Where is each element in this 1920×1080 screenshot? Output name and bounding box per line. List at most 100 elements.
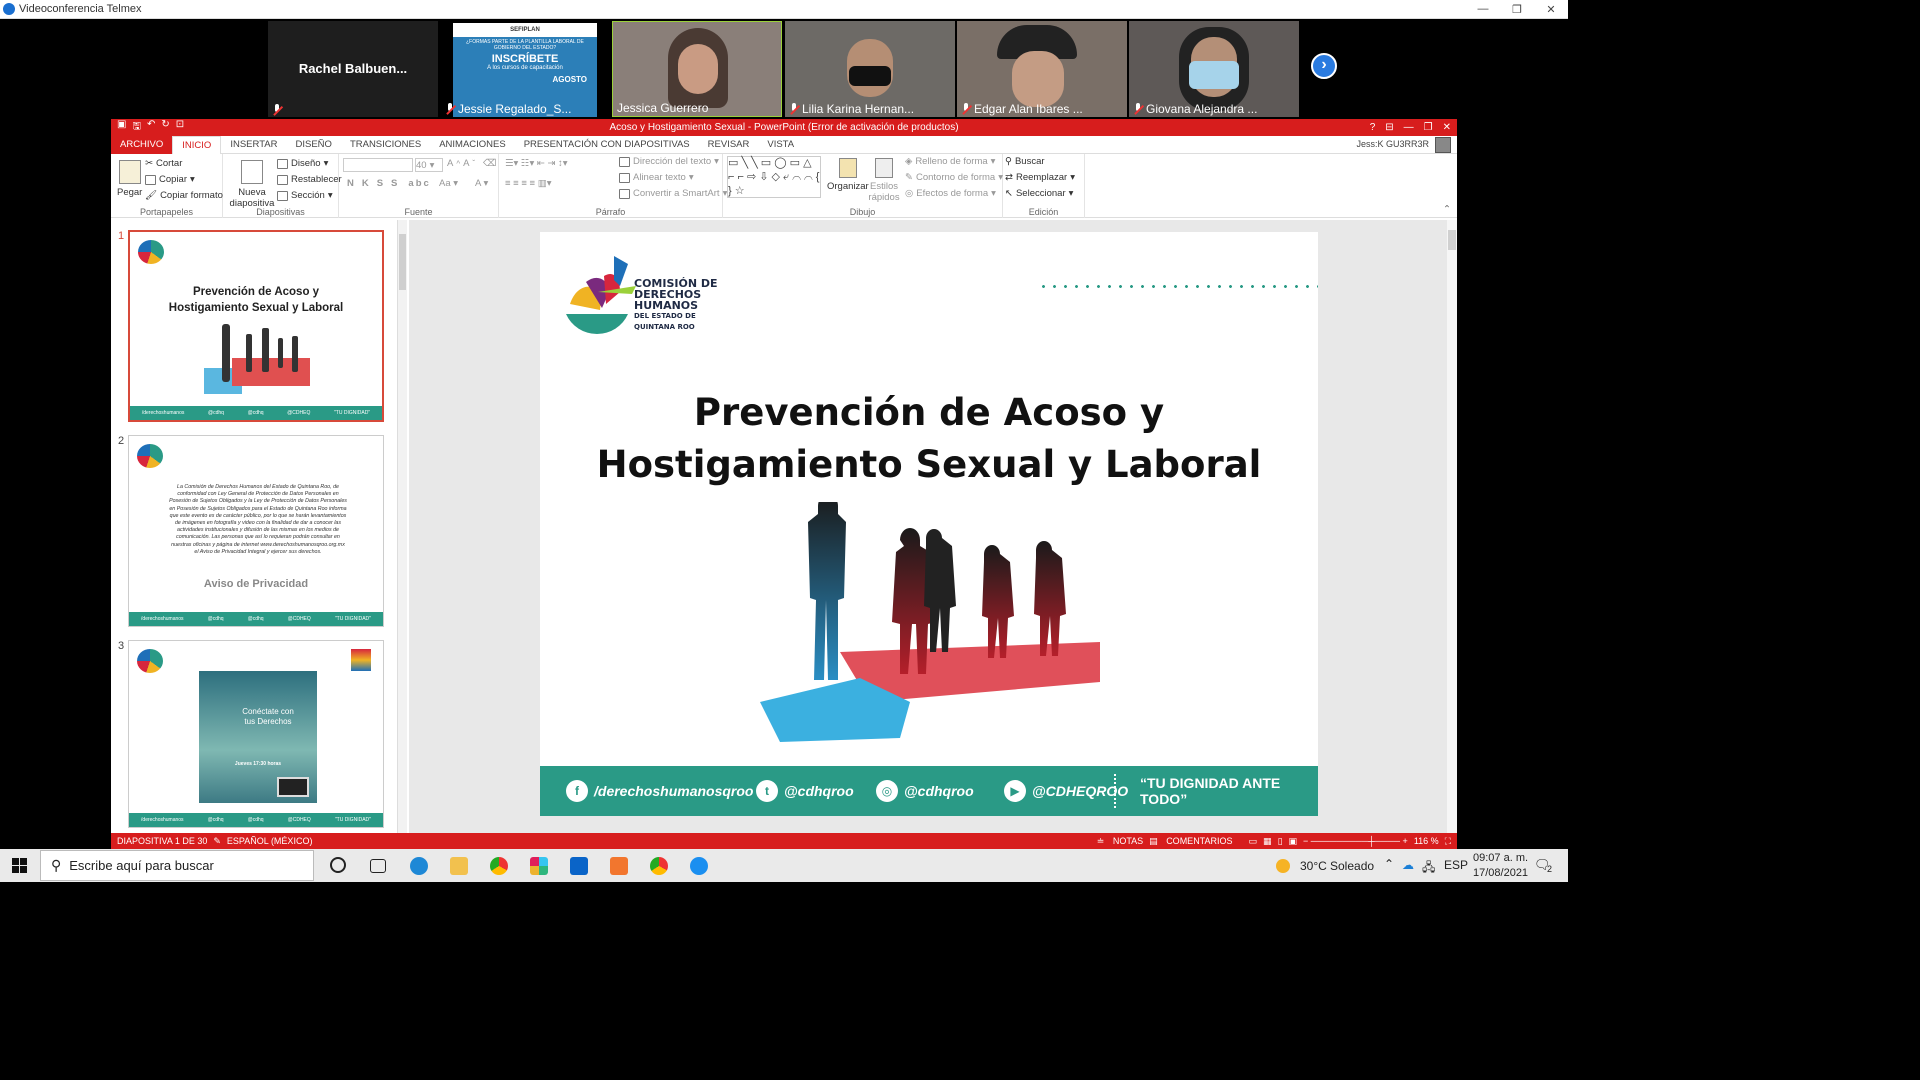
select-button[interactable]: ↖ Seleccionar ▾ [1005,188,1073,199]
smartart-button[interactable]: Convertir a SmartArt ▾ [619,188,727,199]
onedrive-icon[interactable]: ☁ [1402,858,1414,872]
text-direction-button[interactable]: Dirección del texto ▾ [619,156,719,167]
file-explorer-icon[interactable] [450,857,468,875]
clock-time[interactable]: 09:07 a. m. [1473,852,1528,864]
close-button[interactable]: ✕ [1534,3,1568,16]
poster-line1: ¿FORMAS PARTE DE LA PLANTILLA LABORAL DE… [466,39,584,51]
start-presentation-icon[interactable]: ⊡ [176,119,184,136]
comments-button[interactable]: ▤ COMENTARIOS [1149,836,1232,847]
redo-icon[interactable]: ↻ [161,119,169,136]
paste-button[interactable]: Pegar [117,160,142,198]
reset-button[interactable]: Restablecer [277,174,342,185]
tab-vista[interactable]: VISTA [758,136,803,154]
tab-archivo[interactable]: ARCHIVO [111,135,173,154]
participant-tile[interactable]: Edgar Alan Ibares ... [957,21,1127,117]
shape-outline-button[interactable]: ✎ Contorno de forma ▾ [905,172,1003,183]
pp-restore-button[interactable]: ❐ [1424,122,1433,133]
sorter-view-icon[interactable]: ▦ [1263,836,1272,847]
save-icon[interactable]: 🖫 [132,119,141,136]
videoconference-icon[interactable] [690,857,708,875]
fit-slide-icon[interactable]: ⛶ [1445,836,1451,847]
tab-transiciones[interactable]: TRANSICIONES [341,136,430,154]
chrome-icon[interactable] [490,857,508,875]
avatar[interactable] [1435,137,1451,153]
ribbon-options-icon[interactable]: ⊟ [1385,122,1393,133]
chrome-profile-icon[interactable] [650,857,668,875]
language-status[interactable]: ESPAÑOL (MÉXICO) [227,836,313,846]
tab-animaciones[interactable]: ANIMACIONES [430,136,515,154]
collapse-ribbon-icon[interactable]: ⌃ [1443,204,1451,215]
next-participants-button[interactable]: › [1311,53,1337,79]
outlook-icon[interactable] [570,857,588,875]
task-view-icon[interactable] [370,859,386,873]
align-buttons[interactable]: ≡ ≡ ≡ ≡ ▥▾ [505,178,551,189]
font-style-buttons[interactable]: NKSS abc [347,178,431,189]
participant-tile[interactable]: Rachel Balbuen... [268,21,438,117]
font-color-button[interactable]: A ▾ [475,178,488,189]
workspace: 1 Prevención de Acoso y Hostigamiento Se… [111,220,1457,833]
bullets-button[interactable]: ☰▾ ☷▾ ⇤ ⇥ ↕▾ [505,158,568,169]
chevron-up-icon[interactable]: ⌃ [1384,857,1394,871]
weather-text[interactable]: Soleado [1330,859,1374,873]
reading-view-icon[interactable]: ▯ [1278,836,1283,847]
thumbnails-scrollbar[interactable] [397,220,407,833]
align-text-button[interactable]: Alinear texto ▾ [619,172,694,183]
undo-icon[interactable]: ↶ [147,119,155,136]
copy-button[interactable]: Copiar ▾ [145,174,195,185]
notes-button[interactable]: ≐ NOTAS [1097,836,1143,847]
clock-date[interactable]: 17/08/2021 [1473,867,1528,879]
tab-insertar[interactable]: INSERTAR [221,136,286,154]
tab-diseno[interactable]: DISEÑO [287,136,341,154]
help-icon[interactable]: ? [1370,122,1376,133]
participant-tile[interactable]: Lilia Karina Hernan... [785,21,955,117]
cortana-icon[interactable] [330,857,346,873]
font-name-select[interactable] [343,158,413,172]
font-size-select[interactable]: 40 ▾ [415,158,443,172]
tab-presentacion[interactable]: PRESENTACIÓN CON DIAPOSITIVAS [515,136,699,154]
search-box[interactable]: ⚲ Escribe aquí para buscar [40,850,314,881]
user-name[interactable]: Jess:K GU3RR3R [1356,139,1429,149]
slideshow-view-icon[interactable]: ▣ [1289,836,1298,847]
language-indicator[interactable]: ESP [1444,858,1468,872]
participant-tile-active[interactable]: Jessica Guerrero [612,21,782,117]
slack-icon[interactable] [530,857,548,875]
clear-format-icon[interactable]: ⌫ [483,158,496,169]
cut-button[interactable]: ✂ Cortar [145,158,182,169]
zoom-level[interactable]: 116 % [1414,836,1439,846]
slide-canvas[interactable]: COMISIÓN DE DERECHOS HUMANOS DEL ESTADO … [540,232,1318,816]
tab-revisar[interactable]: REVISAR [699,136,759,154]
arrange-button[interactable]: Organizar [827,158,869,192]
layout-button[interactable]: Diseño ▾ [277,158,328,169]
pp-minimize-button[interactable]: — [1404,122,1414,133]
find-button[interactable]: ⚲ Buscar [1005,156,1045,167]
tab-inicio[interactable]: INICIO [172,135,222,154]
replace-button[interactable]: ⇄ Reemplazar ▾ [1005,172,1075,183]
font-grow-button[interactable]: A ^ Aˇ [447,158,475,169]
pp-close-button[interactable]: ✕ [1443,122,1451,133]
pdf-app-icon[interactable] [610,857,628,875]
copy-icon [145,174,156,185]
shape-effects-button[interactable]: ◎ Efectos de forma ▾ [905,188,996,199]
thumbnail-slide-3[interactable]: Conéctate con tus Derechos Jueves 17:30 … [128,640,384,828]
edge-icon[interactable] [410,857,428,875]
normal-view-icon[interactable]: ▭ [1249,836,1258,847]
temperature[interactable]: 30°C [1300,859,1327,873]
shape-fill-button[interactable]: ◈ Relleno de forma ▾ [905,156,995,167]
participant-tile[interactable]: SEFIPLAN ¿FORMAS PARTE DE LA PLANTILLA L… [441,21,611,117]
maximize-button[interactable]: ❐ [1500,3,1534,16]
network-icon[interactable]: 🖧 [1422,858,1435,879]
new-slide-button[interactable]: Nueva diapositiva [227,160,277,209]
zoom-slider[interactable]: − ─────────┼──── + [1303,836,1408,846]
case-button[interactable]: Aa ▾ [439,178,458,189]
thumbnail-slide-1[interactable]: Prevención de Acoso y Hostigamiento Sexu… [128,230,384,422]
shapes-gallery[interactable]: ▭ ╲ ╲ ▭ ◯ ▭ △ ⌐ ⌐ ⇨ ⇩ ◇ ⤶ ⌒ ⌒ { } ☆ [727,156,821,198]
quick-styles-button[interactable]: Estilos rápidos [868,158,900,203]
format-painter-button[interactable]: 🖌 Copiar formato [145,190,223,201]
slide-scrollbar[interactable] [1447,220,1457,833]
minimize-button[interactable]: — [1466,3,1500,16]
thumbnail-slide-2[interactable]: La Comisión de Derechos Humanos del Esta… [128,435,384,627]
windows-start-icon[interactable] [12,858,27,873]
section-button[interactable]: Sección ▾ [277,190,333,201]
spellcheck-icon[interactable]: ✎ [213,836,221,847]
participant-tile[interactable]: Giovana Alejandra ... [1129,21,1299,117]
